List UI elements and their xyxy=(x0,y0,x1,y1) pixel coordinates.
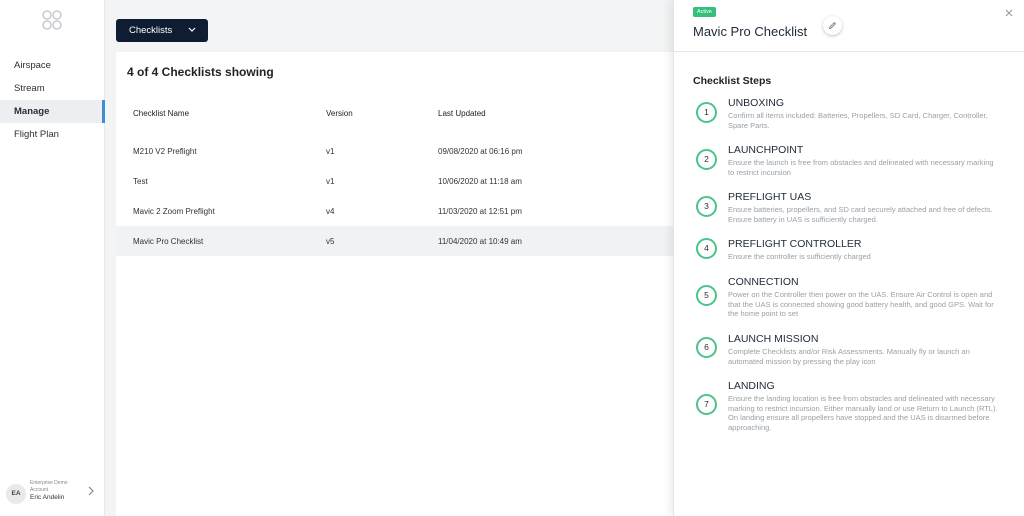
row-name: Test xyxy=(133,177,148,186)
close-icon[interactable] xyxy=(1004,8,1014,18)
sidebar: Airspace Stream Manage Flight Plan EA En… xyxy=(0,0,105,516)
column-header-last-updated: Last Updated xyxy=(438,109,486,118)
checklist-table-panel: 4 of 4 Checklists showing Checklist Name… xyxy=(116,52,676,516)
step-title: PREFLIGHT UAS xyxy=(728,191,812,203)
step-description: Ensure the landing location is free from… xyxy=(728,394,998,432)
step-title: LANDING xyxy=(728,380,775,392)
step-description: Complete Checklists and/or Risk Assessme… xyxy=(728,347,970,366)
account-switcher[interactable]: EA Enterprise Demo Account Eric Andelin xyxy=(0,480,105,508)
step-description: Power on the Controller then power on th… xyxy=(728,290,994,318)
steps-heading: Checklist Steps xyxy=(693,75,772,87)
checklists-dropdown[interactable]: Checklists xyxy=(116,19,208,42)
sidebar-item-stream[interactable]: Stream xyxy=(0,77,105,100)
column-header-name: Checklist Name xyxy=(133,109,190,118)
table-row[interactable]: Mavic 2 Zoom Preflight v4 11/03/2020 at … xyxy=(116,196,676,226)
step-number-circle: 1 xyxy=(696,102,717,123)
step-number-circle: 2 xyxy=(696,149,717,170)
chevron-down-icon xyxy=(188,27,196,32)
row-last-updated: 11/03/2020 at 12:51 pm xyxy=(438,207,522,216)
account-user-name: Eric Andelin xyxy=(30,494,65,501)
step-title: PREFLIGHT CONTROLLER xyxy=(728,238,862,250)
edit-button[interactable] xyxy=(823,16,842,35)
row-version: v1 xyxy=(326,147,335,156)
step-number-circle: 4 xyxy=(696,238,717,259)
row-name: M210 V2 Preflight xyxy=(133,147,197,156)
table-row-selected[interactable]: Mavic Pro Checklist v5 11/04/2020 at 10:… xyxy=(116,226,676,256)
row-version: v4 xyxy=(326,207,335,216)
row-last-updated: 11/04/2020 at 10:49 am xyxy=(438,237,522,246)
row-last-updated: 09/08/2020 at 06:16 pm xyxy=(438,147,523,156)
step-number-circle: 5 xyxy=(696,285,717,306)
step-description: Ensure the launch is free from obstacles… xyxy=(728,158,994,177)
step-title: LAUNCHPOINT xyxy=(728,144,804,156)
account-org-line2: Account xyxy=(30,487,49,493)
pencil-icon xyxy=(828,21,837,30)
step-description: Ensure the controller is sufficiently ch… xyxy=(728,252,871,261)
checklist-detail-drawer: Active Mavic Pro Checklist Checklist Ste… xyxy=(673,0,1024,516)
step-description: Confirm all items included: Batteries, P… xyxy=(728,111,988,130)
step-number-circle: 3 xyxy=(696,196,717,217)
step-title: UNBOXING xyxy=(728,97,785,109)
clover-logo-icon[interactable] xyxy=(40,8,64,32)
table-row[interactable]: Test v1 10/06/2020 at 11:18 am xyxy=(116,166,676,196)
row-name: Mavic 2 Zoom Preflight xyxy=(133,207,215,216)
step-title: LAUNCH MISSION xyxy=(728,333,819,345)
step-number-circle: 6 xyxy=(696,337,717,358)
table-row[interactable]: M210 V2 Preflight v1 09/08/2020 at 06:16… xyxy=(116,136,676,166)
step-title: CONNECTION xyxy=(728,276,799,288)
divider xyxy=(674,51,1024,52)
row-name: Mavic Pro Checklist xyxy=(133,237,204,246)
table-header: Checklist Name Version Last Updated xyxy=(116,109,676,129)
row-version: v5 xyxy=(326,237,335,246)
sidebar-item-flight-plan[interactable]: Flight Plan xyxy=(0,123,105,146)
drawer-title: Mavic Pro Checklist xyxy=(693,24,808,39)
step-description: Ensure batteries, propellers, and SD car… xyxy=(728,205,993,224)
checklists-dropdown-label: Checklists xyxy=(129,25,173,36)
sidebar-item-airspace[interactable]: Airspace xyxy=(0,54,105,77)
chevron-right-icon xyxy=(88,486,94,496)
sidebar-item-manage[interactable]: Manage xyxy=(0,100,105,123)
status-badge: Active xyxy=(693,7,716,17)
sidebar-nav: Airspace Stream Manage Flight Plan xyxy=(0,54,105,146)
row-last-updated: 10/06/2020 at 11:18 am xyxy=(438,177,522,186)
row-version: v1 xyxy=(326,177,335,186)
column-header-version: Version xyxy=(326,109,353,118)
checklist-count-title: 4 of 4 Checklists showing xyxy=(127,65,274,79)
step-number-circle: 7 xyxy=(696,394,717,415)
account-org-line1: Enterprise Demo xyxy=(30,480,68,486)
avatar: EA xyxy=(6,484,26,504)
